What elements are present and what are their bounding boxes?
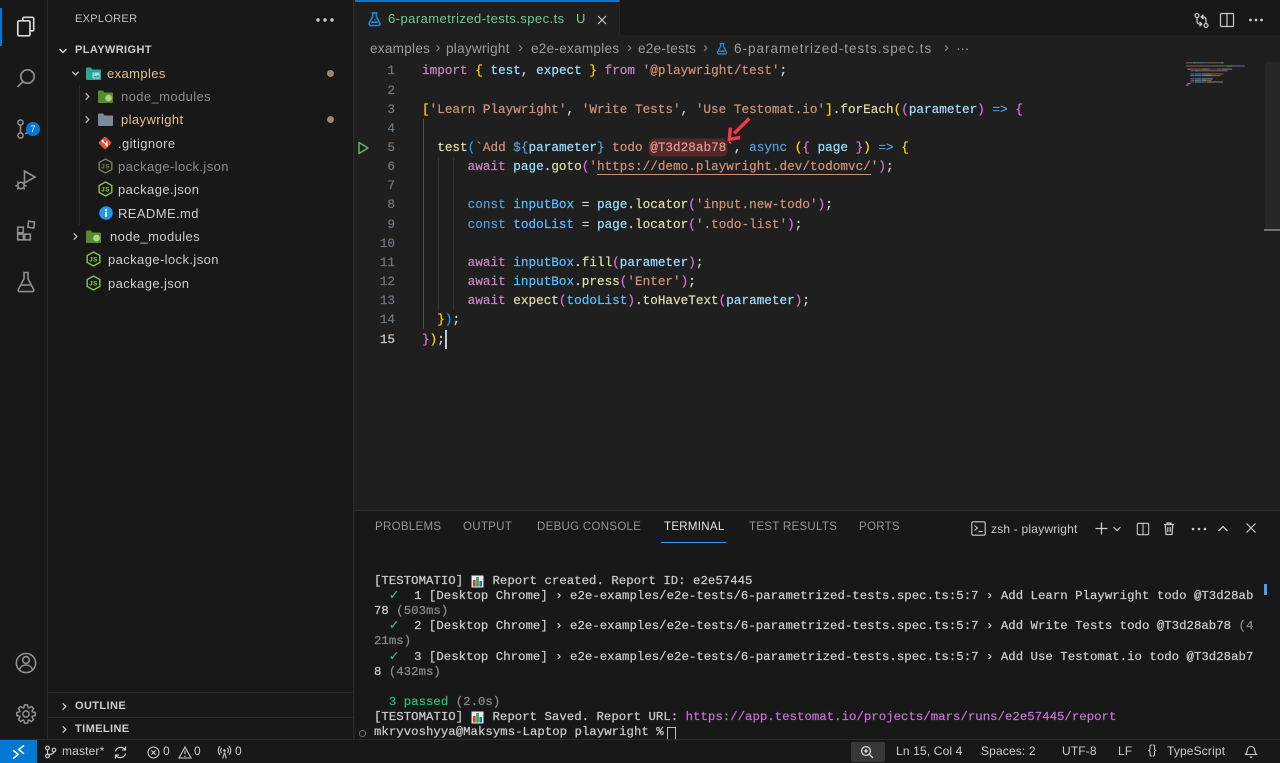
svg-text:JS: JS xyxy=(89,280,98,287)
svg-text:JS: JS xyxy=(101,187,110,194)
svg-text:JS: JS xyxy=(89,257,98,264)
svg-text:JS: JS xyxy=(101,164,110,171)
